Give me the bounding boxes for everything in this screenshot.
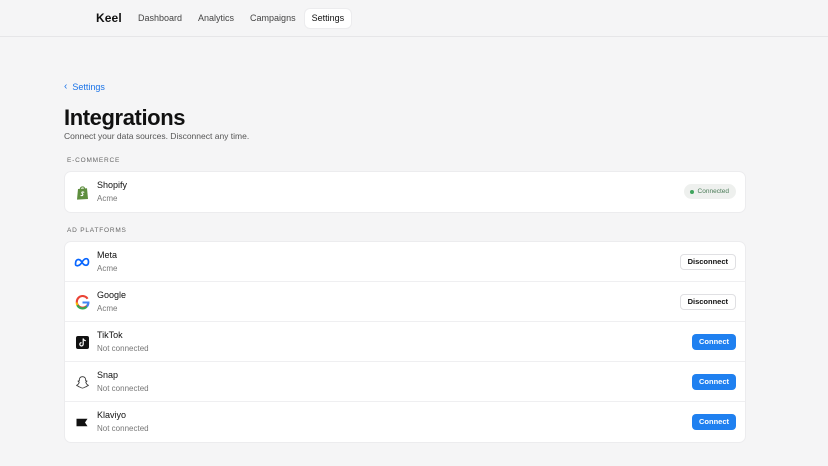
integration-row-klaviyo: Klaviyo Not connected Connect	[65, 402, 745, 442]
brand-logo-text[interactable]: Keel	[96, 11, 122, 25]
connected-status-badge: Connected	[683, 184, 736, 199]
integration-name: Snap	[97, 370, 119, 380]
integration-account: Acme	[97, 194, 118, 203]
ad-platforms-card: Meta Acme Disconnect Google Acme Disconn…	[64, 241, 746, 443]
nav-tab-campaigns[interactable]: Campaigns	[243, 9, 303, 28]
integration-name: Google	[97, 290, 127, 300]
connect-klaviyo-button[interactable]: Connect	[692, 414, 736, 430]
section-label-ad-platforms: AD PLATFORMS	[67, 227, 127, 234]
connect-snap-button[interactable]: Connect	[692, 374, 736, 390]
integration-row-meta: Meta Acme Disconnect	[65, 242, 745, 282]
section-label-ecommerce: E-COMMERCE	[67, 157, 121, 164]
integration-status: Not connected	[97, 384, 149, 393]
integration-account: Acme	[97, 264, 118, 273]
disconnect-google-button[interactable]: Disconnect	[679, 294, 736, 310]
ecommerce-card: Shopify Acme Connected	[64, 171, 746, 213]
snapchat-icon	[74, 374, 90, 390]
tiktok-icon	[74, 334, 90, 350]
integration-status: Not connected	[97, 344, 149, 353]
integration-name: Klaviyo	[97, 410, 127, 420]
status-badge-label: Connected	[697, 188, 729, 195]
meta-icon	[74, 254, 90, 270]
disconnect-meta-button[interactable]: Disconnect	[679, 254, 736, 270]
nav-tab-settings[interactable]: Settings	[304, 9, 352, 28]
shopify-icon	[74, 184, 90, 200]
top-bar: Keel Dashboard Analytics Campaigns Setti…	[0, 0, 828, 37]
main-nav: Dashboard Analytics Campaigns Settings	[131, 9, 352, 28]
back-to-settings-link[interactable]: ‹ Settings	[64, 81, 105, 93]
integration-name: Shopify	[97, 180, 128, 190]
integration-row-snap: Snap Not connected Connect	[65, 362, 745, 402]
integration-row-google: Google Acme Disconnect	[65, 282, 745, 322]
chevron-left-icon: ‹	[64, 81, 68, 92]
integration-name: Meta	[97, 250, 118, 260]
status-dot-icon	[689, 189, 694, 194]
klaviyo-icon	[74, 414, 90, 430]
nav-tab-dashboard[interactable]: Dashboard	[131, 9, 189, 28]
page-subtitle: Connect your data sources. Disconnect an…	[64, 131, 250, 141]
integration-row-shopify: Shopify Acme Connected	[65, 172, 745, 212]
connect-tiktok-button[interactable]: Connect	[692, 334, 736, 350]
page-title: Integrations	[64, 105, 186, 130]
nav-tab-analytics[interactable]: Analytics	[191, 9, 241, 28]
integration-row-tiktok: TikTok Not connected Connect	[65, 322, 745, 362]
integration-account: Acme	[97, 304, 118, 313]
google-icon	[74, 294, 90, 310]
integration-name: TikTok	[97, 330, 123, 340]
integration-status: Not connected	[97, 424, 149, 433]
back-link-label: Settings	[72, 82, 105, 92]
